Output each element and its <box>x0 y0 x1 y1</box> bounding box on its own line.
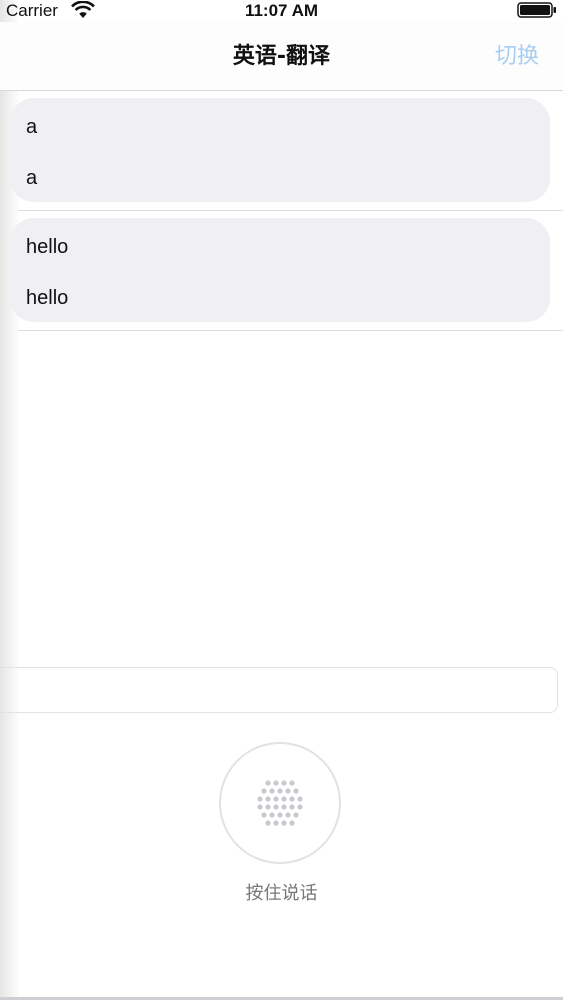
hold-to-talk-button[interactable] <box>219 742 341 864</box>
text-input-area[interactable] <box>0 667 558 713</box>
status-time: 11:07 AM <box>244 1 319 20</box>
navigation-bar: 英语-翻译 切换 <box>0 22 563 91</box>
list-item[interactable]: hello hello <box>10 211 563 331</box>
list-item[interactable]: a a <box>10 91 563 211</box>
dotted-mic-icon <box>257 780 303 826</box>
hold-to-talk-hint: 按住说话 <box>245 883 318 904</box>
battery-icon <box>517 2 556 18</box>
message-bubble <box>10 218 550 322</box>
translated-text: a <box>26 167 38 189</box>
source-text: hello <box>26 236 69 258</box>
translated-text: hello <box>26 287 69 309</box>
switch-button[interactable]: 切换 <box>495 42 539 72</box>
source-text: a <box>26 116 38 138</box>
message-bubble <box>10 98 550 202</box>
translation-list[interactable]: a a hello hello <box>0 91 563 331</box>
status-bar: Carrier 11:07 AM <box>0 0 563 22</box>
page-title: 英语-翻译 <box>232 44 331 69</box>
